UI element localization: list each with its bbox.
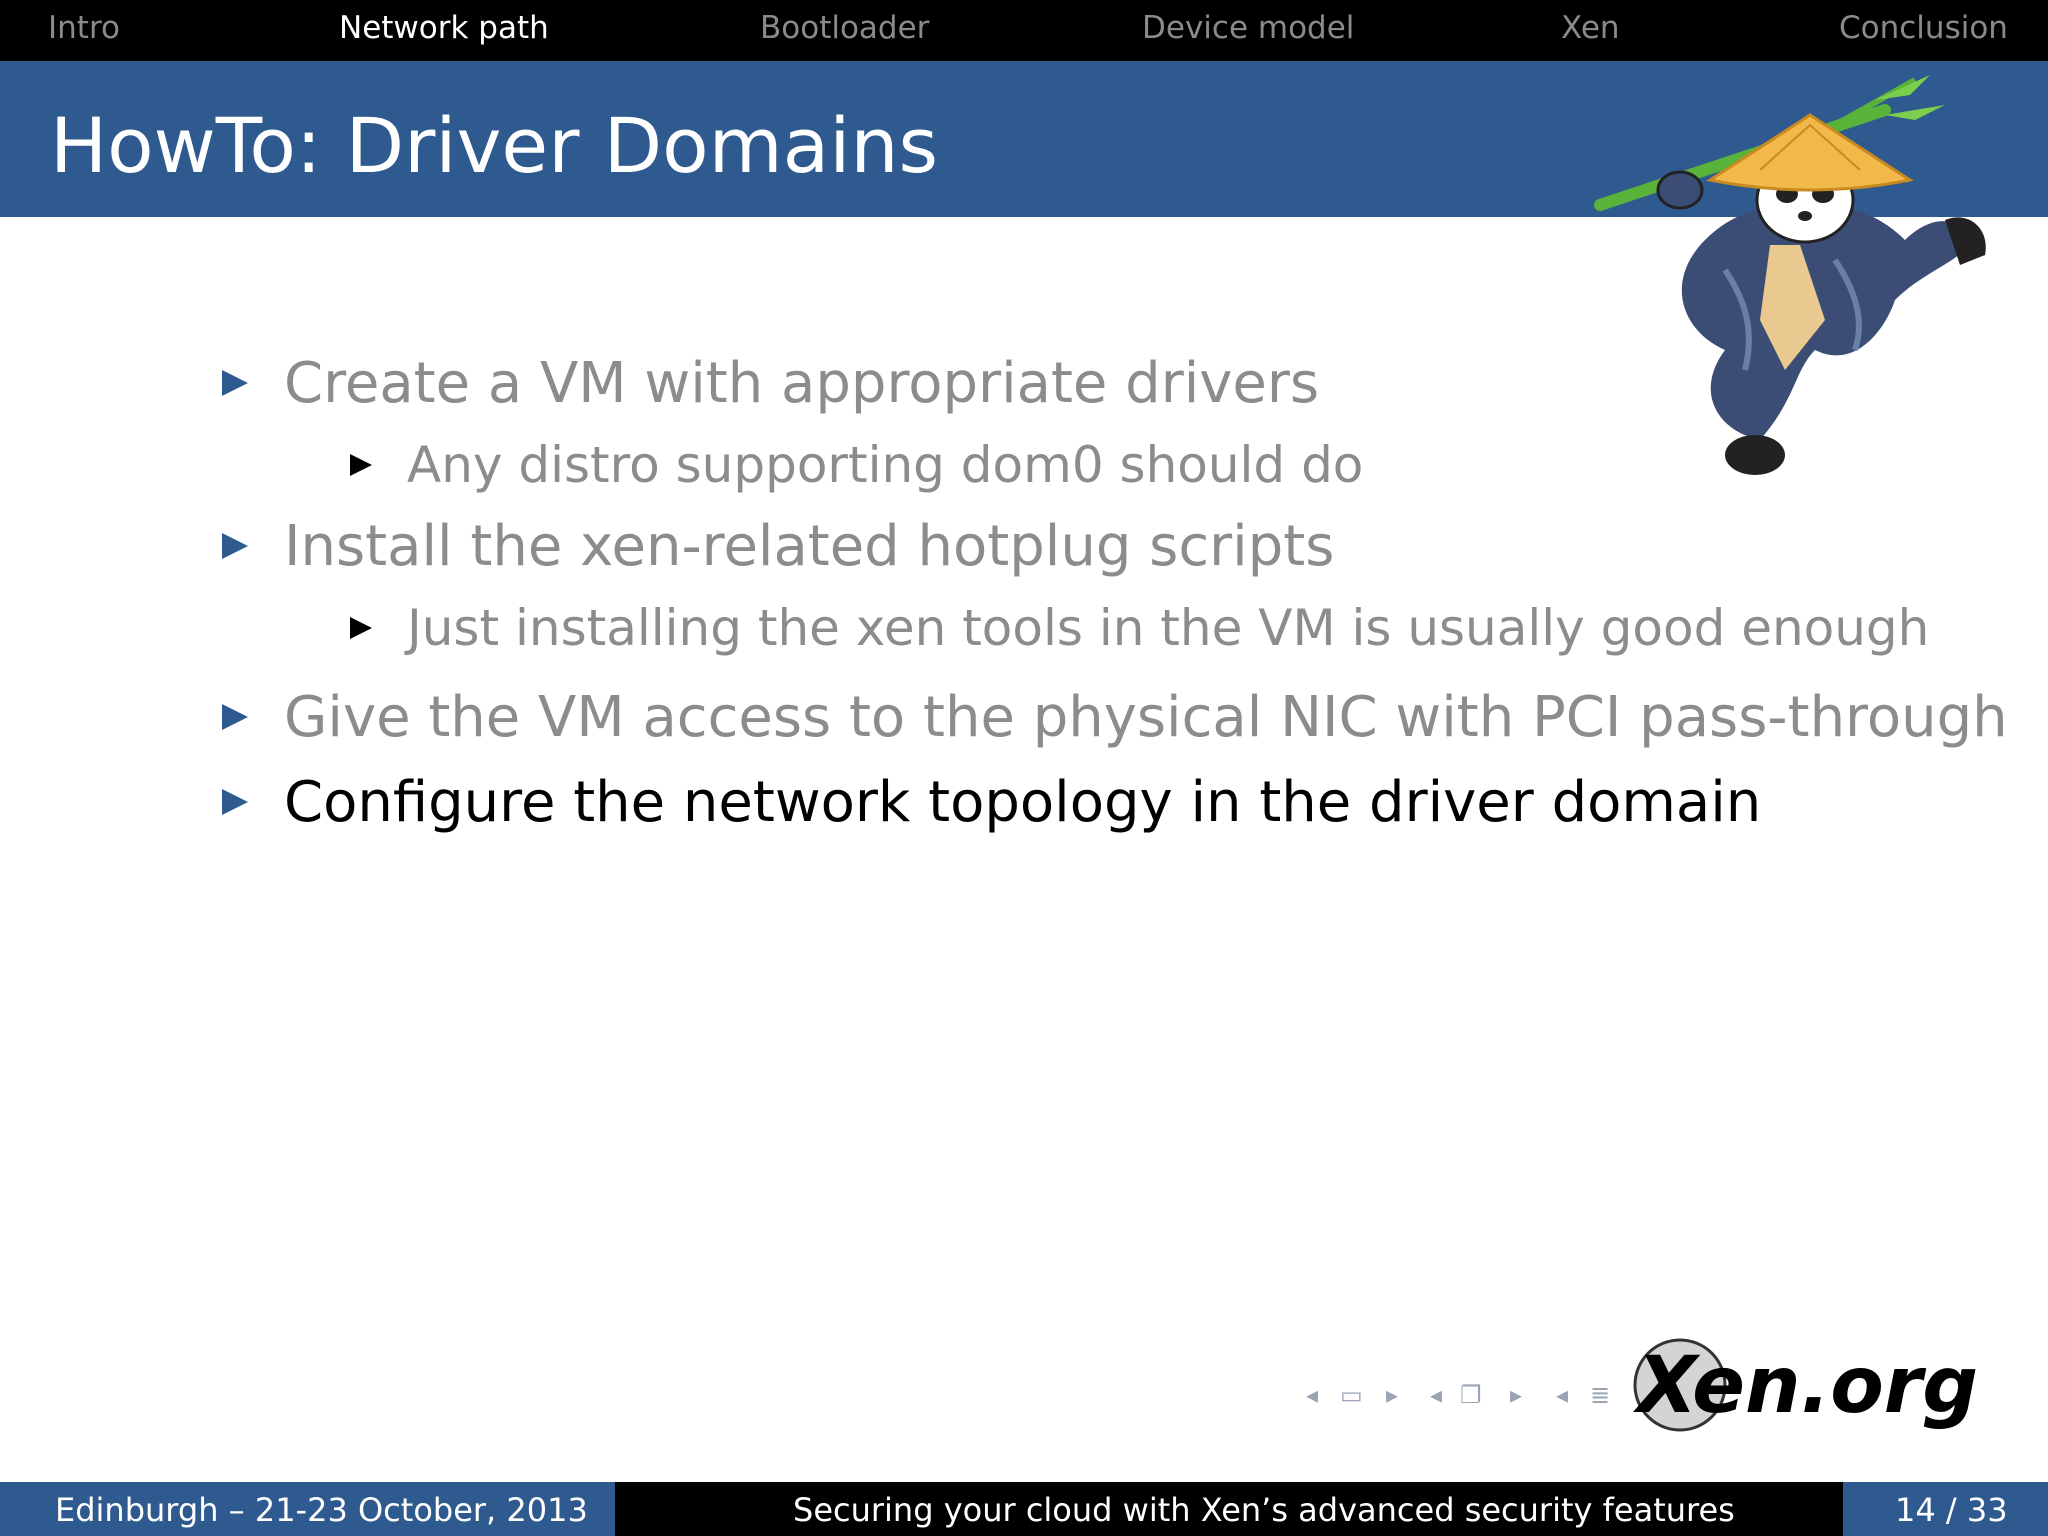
frame-icon[interactable]: ▭ bbox=[1340, 1380, 1363, 1410]
nav-item-network-path[interactable]: Network path bbox=[339, 8, 549, 48]
bullet-marker bbox=[222, 533, 248, 559]
section-navigation-bar: Intro Network path Bootloader Device mod… bbox=[0, 0, 2048, 61]
sub-bullet-marker bbox=[350, 454, 372, 476]
panda-mascot-image bbox=[1594, 75, 1986, 475]
sub-bullet-marker bbox=[350, 617, 372, 639]
nav-next-subsection-icon[interactable]: ▸ bbox=[1510, 1380, 1522, 1410]
page-counter: 14 / 33 bbox=[1895, 1491, 2008, 1529]
bullet-marker bbox=[222, 789, 248, 815]
footer-bar: Edinburgh – 21-23 October, 2013 Securing… bbox=[0, 1482, 2048, 1536]
footer-left-panel: Edinburgh – 21-23 October, 2013 bbox=[0, 1482, 615, 1536]
nav-item-intro[interactable]: Intro bbox=[48, 8, 120, 48]
slide-title: HowTo: Driver Domains bbox=[50, 101, 939, 190]
nav-next-frame-icon[interactable]: ▸ bbox=[1386, 1380, 1398, 1410]
footer-event: Edinburgh – 21-23 October, 2013 bbox=[55, 1491, 588, 1529]
sub-bullet-text: Any distro supporting dom0 should do bbox=[407, 436, 1364, 494]
sub-bullet-text: Just installing the xen tools in the VM … bbox=[407, 599, 1930, 657]
footer-center-panel: Securing your cloud with Xen’s advanced … bbox=[615, 1482, 1843, 1536]
bullet-text: Configure the network topology in the dr… bbox=[284, 770, 1762, 835]
footer-right-panel: 14 / 33 bbox=[1843, 1482, 2048, 1536]
nav-prev-frame-icon[interactable]: ◂ bbox=[1306, 1380, 1318, 1410]
xen-org-logo: Xen.org bbox=[1633, 1338, 1978, 1432]
bullet-text: Give the VM access to the physical NIC w… bbox=[284, 685, 2008, 750]
nav-prev-section-icon[interactable]: ◂ bbox=[1556, 1380, 1568, 1410]
nav-item-device-model[interactable]: Device model bbox=[1142, 8, 1354, 48]
nav-item-conclusion[interactable]: Conclusion bbox=[1839, 8, 2008, 48]
bullet-text: Create a VM with appropriate drivers bbox=[284, 351, 1320, 416]
footer-talk-title: Securing your cloud with Xen’s advanced … bbox=[793, 1491, 1735, 1529]
nav-item-bootloader[interactable]: Bootloader bbox=[760, 8, 929, 48]
section-icon[interactable]: ≣ bbox=[1590, 1380, 1610, 1410]
xen-org-logo-text: Xen.org bbox=[1633, 1341, 1978, 1431]
bullet-marker bbox=[222, 704, 248, 730]
bullet-marker bbox=[222, 370, 248, 396]
subsection-icon[interactable]: ❐ bbox=[1460, 1380, 1482, 1410]
nav-item-xen[interactable]: Xen bbox=[1561, 8, 1620, 48]
bullet-text: Install the xen-related hotplug scripts bbox=[284, 514, 1335, 579]
nav-prev-subsection-icon[interactable]: ◂ bbox=[1430, 1380, 1442, 1410]
